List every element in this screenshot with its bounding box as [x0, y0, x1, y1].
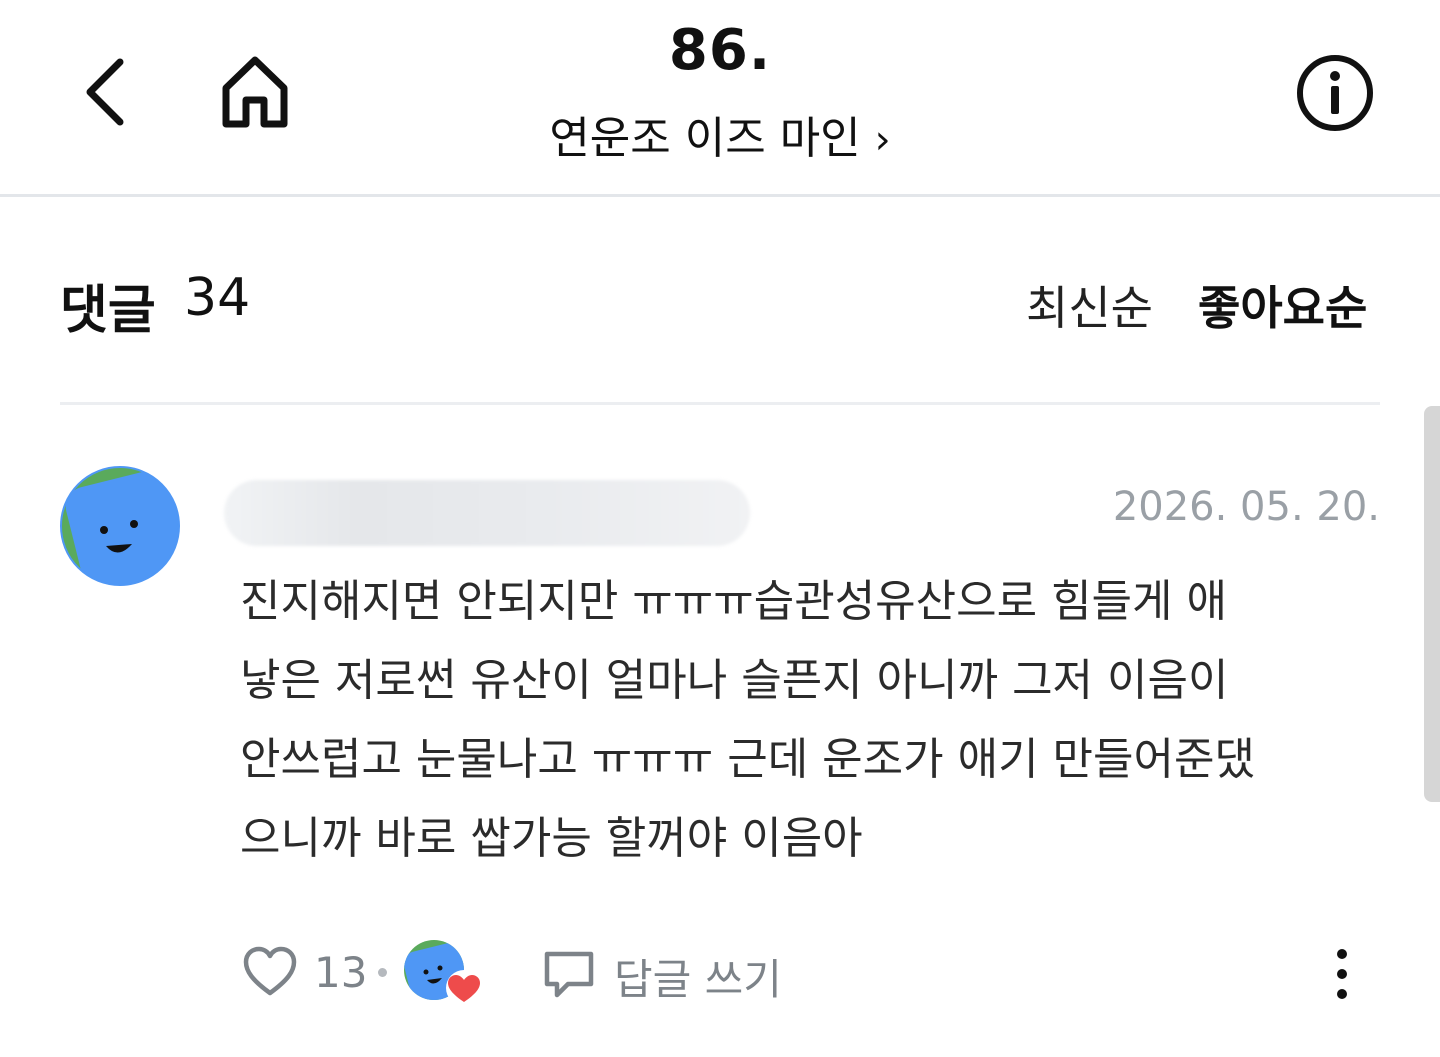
comment-date: 2026. 05. 20. [1112, 484, 1380, 530]
comments-page: 86. 연운조 이즈 마인 › 댓글 34 최신순 좋아요순 2026. 05.… [0, 0, 1440, 1057]
comment-line: 안쓰럽고 눈물나고 ㅠㅠㅠ 근데 운조가 애기 만들어준댔 [240, 734, 1255, 785]
separator-dot [378, 968, 387, 977]
divider [60, 402, 1380, 405]
comment-text: 진지해지면 안되지만 ㅠㅠㅠ습관성유산으로 힘들게 애 낳은 저로썬 유산이 얼… [240, 562, 1390, 878]
reply-label: 답글 쓰기 [614, 955, 782, 1004]
liker-avatar[interactable] [402, 938, 484, 1008]
comment-line: 진지해지면 안되지만 ㅠㅠㅠ습관성유산으로 힘들게 애 [240, 576, 1227, 627]
comments-label: 댓글 [60, 281, 156, 341]
reply-button[interactable]: 답글 쓰기 [542, 944, 782, 1004]
vertical-dots-icon [1337, 949, 1347, 999]
comments-header: 댓글 34 최신순 좋아요순 [60, 268, 1380, 341]
like-button[interactable] [242, 944, 298, 1000]
info-icon [1297, 55, 1373, 131]
scrollbar[interactable] [1424, 406, 1440, 802]
episode-title: 86. [668, 18, 772, 83]
top-bar: 86. 연운조 이즈 마인 › [0, 0, 1440, 197]
comment-line: 낳은 저로썬 유산이 얼마나 슬픈지 아니까 그저 이음이 [240, 655, 1229, 706]
speech-bubble-icon [544, 951, 594, 998]
series-title-link[interactable]: 연운조 이즈 마인 › [0, 102, 1440, 166]
chevron-right-icon: › [874, 117, 891, 163]
like-count: 13 [314, 948, 368, 997]
info-button[interactable] [1294, 52, 1376, 134]
comment-line: 으니까 바로 쌉가능 할꺼야 이음아 [240, 813, 863, 864]
avatar[interactable] [60, 466, 180, 586]
comments-count: 34 [184, 268, 251, 328]
series-title: 연운조 이즈 마인 [549, 113, 861, 164]
username-redacted [224, 480, 750, 546]
heart-outline-icon [243, 946, 297, 996]
sort-latest-button[interactable]: 최신순 [1026, 272, 1153, 338]
more-options-button[interactable] [1320, 944, 1364, 1004]
sort-likes-button[interactable]: 좋아요순 [1198, 272, 1367, 338]
